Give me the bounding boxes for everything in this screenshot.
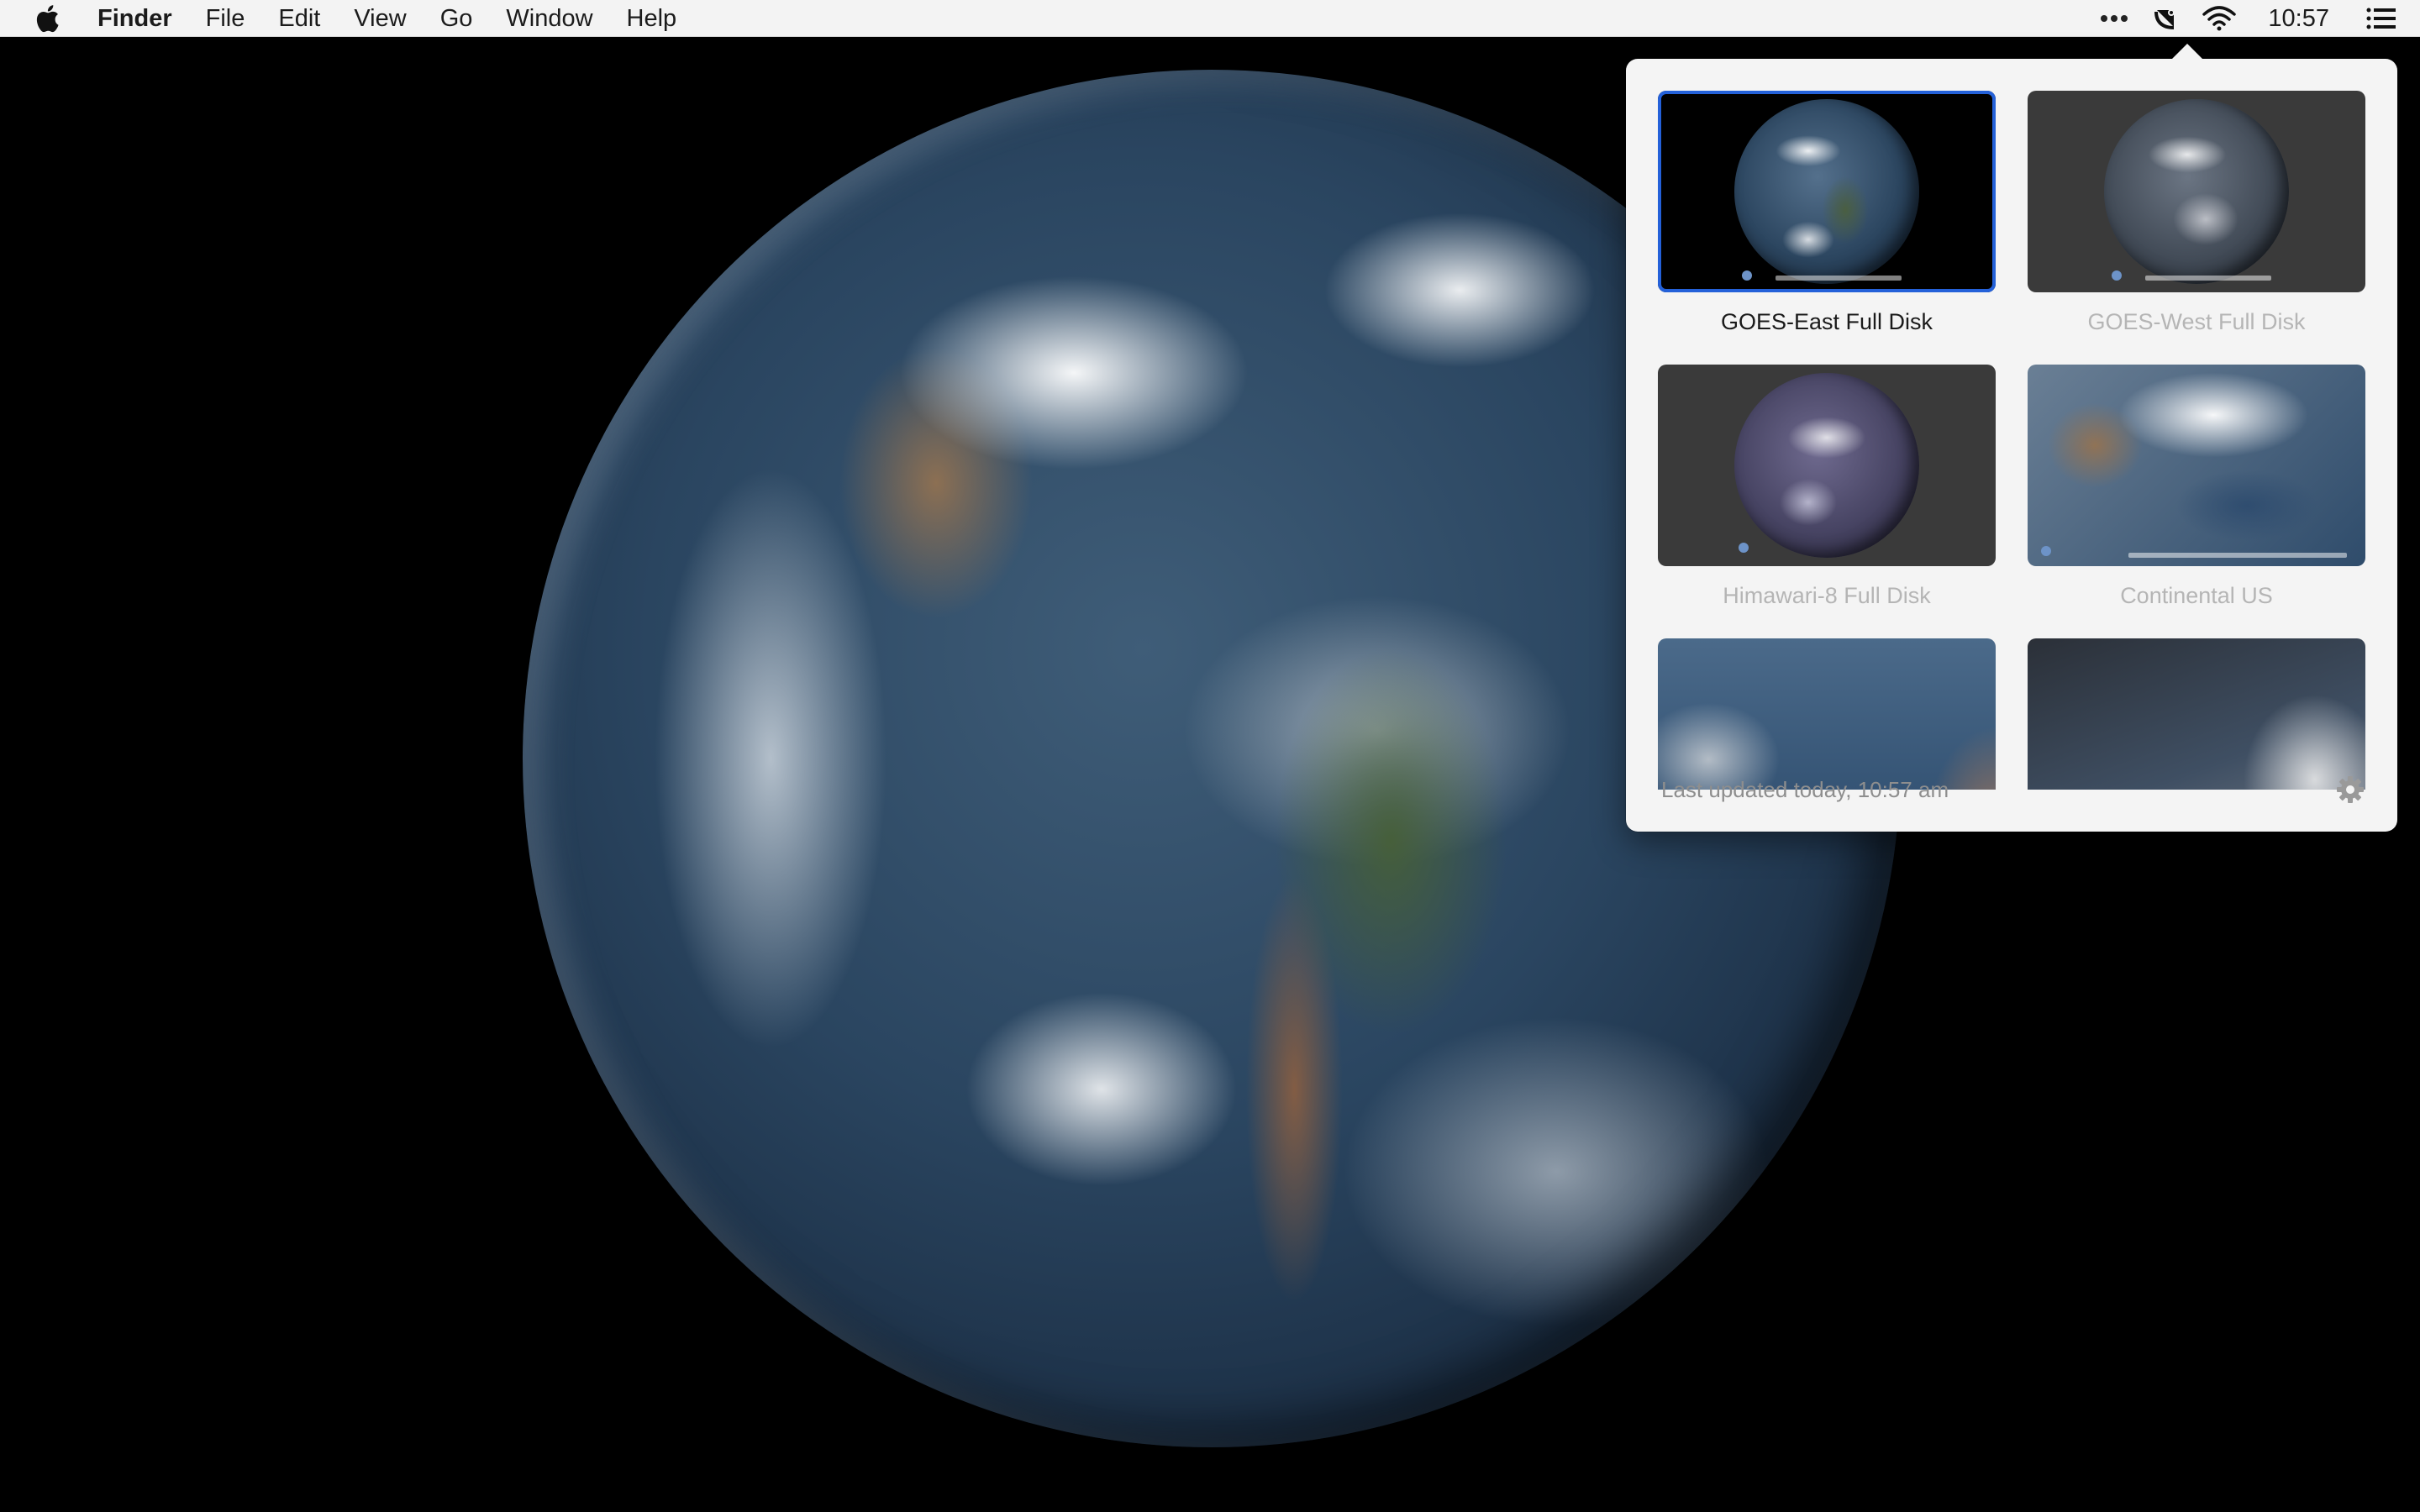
last-updated-text: Last updated today, 10:57 am: [1661, 776, 1949, 802]
ellipsis-icon[interactable]: [2100, 0, 2128, 37]
tile-label: GOES-East Full Disk: [1720, 309, 1933, 334]
menu-clock[interactable]: 10:57: [2268, 5, 2329, 33]
image-caption-strip: [2128, 553, 2347, 558]
apple-logo-icon[interactable]: [30, 0, 64, 37]
satellite-popover: GOES-East Full Disk GOES-West Full Disk …: [1626, 44, 2397, 832]
menu-view[interactable]: View: [337, 0, 423, 37]
logo-icon: [2041, 546, 2051, 556]
earth-disk-thumbnail: [2104, 99, 2289, 284]
tile-label: GOES-West Full Disk: [2087, 309, 2306, 334]
image-caption-strip: [2145, 276, 2271, 281]
menu-bar: Finder File Edit View Go Window Help 10:…: [0, 0, 2420, 37]
image-caption-strip: [1776, 276, 1902, 281]
menu-go[interactable]: Go: [424, 0, 490, 37]
menu-edit[interactable]: Edit: [261, 0, 337, 37]
tile-goes-east[interactable]: GOES-East Full Disk: [1658, 91, 1996, 335]
list-icon[interactable]: [2366, 0, 2396, 37]
logo-icon: [2112, 270, 2122, 281]
menu-file[interactable]: File: [189, 0, 262, 37]
thumbnail-continental-us[interactable]: [2028, 365, 2365, 566]
menu-app-name[interactable]: Finder: [81, 0, 189, 37]
wifi-icon[interactable]: [2202, 0, 2237, 37]
image-grid[interactable]: GOES-East Full Disk GOES-West Full Disk …: [1658, 91, 2365, 790]
status-area: 10:57: [2088, 0, 2420, 37]
tile-label: Himawari-8 Full Disk: [1723, 583, 1931, 608]
thumbnail-goes-east[interactable]: [1658, 91, 1996, 292]
thumbnail-goes-west[interactable]: [2028, 91, 2365, 292]
tile-label: Continental US: [2120, 583, 2273, 608]
gear-icon[interactable]: [2335, 774, 2365, 805]
satellite-dish-icon[interactable]: [2152, 0, 2179, 37]
tile-himawari[interactable]: Himawari-8 Full Disk: [1658, 365, 1996, 609]
earth-disk-thumbnail: [1734, 373, 1919, 558]
menu-window[interactable]: Window: [489, 0, 609, 37]
logo-icon: [1742, 270, 1752, 281]
earth-disk-thumbnail: [1734, 99, 1919, 284]
tile-goes-west[interactable]: GOES-West Full Disk: [2028, 91, 2365, 335]
thumbnail-himawari[interactable]: [1658, 365, 1996, 566]
logo-icon: [1739, 543, 1749, 553]
popover-footer: Last updated today, 10:57 am: [1626, 748, 2397, 832]
popover-arrow: [2170, 44, 2204, 60]
tile-continental-us[interactable]: Continental US: [2028, 365, 2365, 609]
menu-help[interactable]: Help: [610, 0, 694, 37]
